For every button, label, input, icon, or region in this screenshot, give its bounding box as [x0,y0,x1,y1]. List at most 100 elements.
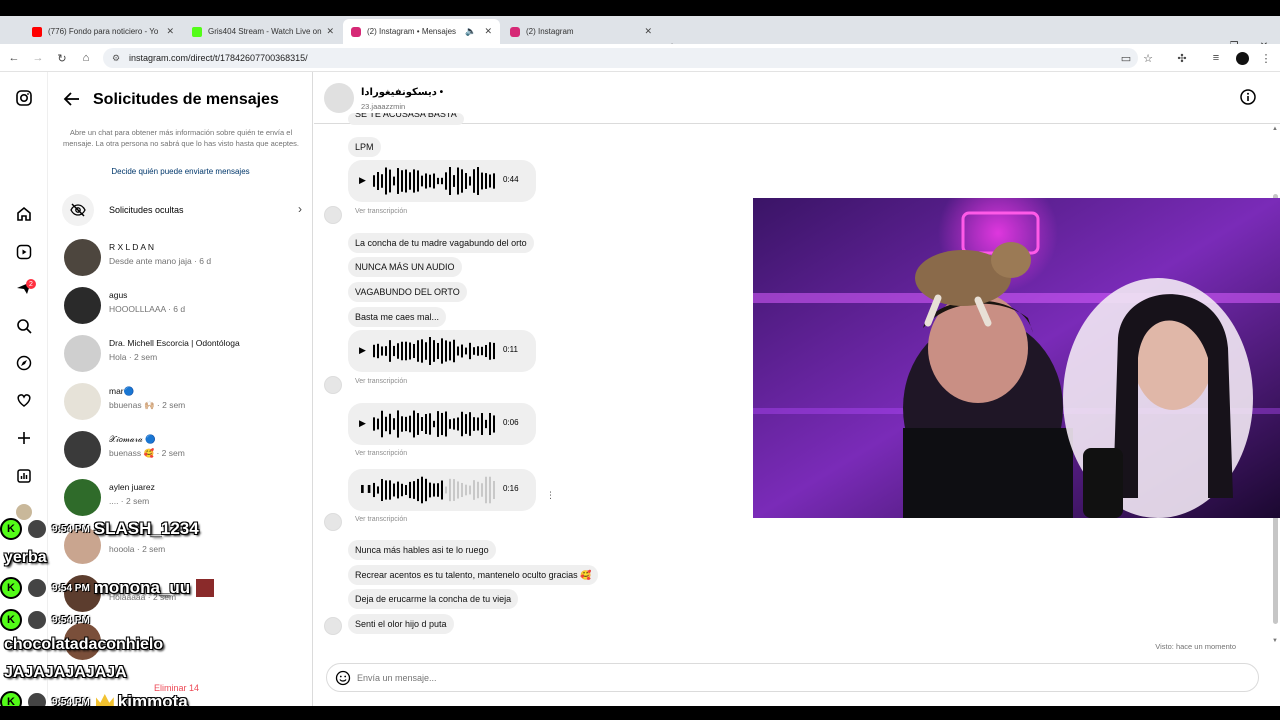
waveform-bar [389,169,391,193]
home-icon[interactable] [14,204,34,224]
waveform-bar [477,417,479,431]
url-field[interactable]: ⚙ instagram.com/direct/t/178426077003683… [103,48,1138,68]
install-app-icon[interactable]: ▭ [1118,50,1134,66]
tab-youtube[interactable]: (776) Fondo para noticiero - Yo ✕ [24,19,182,44]
transcript-link[interactable]: Ver transcripción [355,516,407,523]
voice-message[interactable]: ▶ 0:44 [348,160,536,202]
request-item[interactable]: mar🔵 bbuenas 🙌🏼 · 2 sem [64,382,304,422]
waveform-bar [397,168,399,194]
waveform-bar [389,413,391,435]
message-bubble: Senti el olor hijo d puta [348,614,454,634]
waveform-bar [449,419,451,429]
more-options-icon[interactable]: ⋮ [546,490,555,501]
address-bar-row: ← → ↻ ⌂ ⚙ instagram.com/direct/t/1784260… [0,44,1280,72]
instagram-logo-icon[interactable] [14,88,34,108]
scroll-down-icon[interactable]: ▼ [1272,638,1278,644]
scroll-up-icon[interactable]: ▲ [1272,126,1278,132]
waveform-bar [469,342,471,360]
waveform-bar [465,414,467,434]
explore-compass-icon[interactable] [14,353,34,373]
waveform-bar [429,337,431,365]
voice-duration: 0:44 [503,175,519,184]
tab-instagram[interactable]: (2) Instagram ✕ [502,19,660,44]
waveform-bar [377,486,379,494]
browser-menu-icon[interactable]: ⋮ [1258,50,1274,66]
close-icon[interactable]: ✕ [326,26,334,37]
waveform-bar [413,343,415,359]
waveform-bar [485,173,487,189]
back-arrow-icon[interactable]: ← [6,50,22,66]
heart-icon[interactable] [14,390,34,410]
search-icon[interactable] [14,316,34,336]
reload-icon[interactable]: ↻ [54,50,70,66]
close-icon[interactable]: ✕ [166,26,174,37]
info-icon[interactable] [1240,89,1256,105]
waveform-bar [417,413,419,435]
waveform-bar [481,346,483,356]
site-settings-icon[interactable]: ⚙ [112,48,120,68]
waveform-bar [453,339,455,363]
tab-kick[interactable]: Gris404 Stream - Watch Live on ✕ [184,19,342,44]
avatar [64,383,101,420]
dashboard-icon[interactable] [14,466,34,486]
waveform-bar [405,169,407,193]
play-icon[interactable]: ▶ [359,418,366,429]
decide-who-link[interactable]: Decide quién puede enviarte mensajes [48,167,313,176]
request-item[interactable]: 𝒳𝒾𝑜𝓂𝒶𝓇𝒶 🔵 buenass 🥰 · 2 sem [64,430,304,470]
request-item[interactable]: Dra. Michell Escorcia | Odontóloga Hola … [64,334,304,374]
transcript-link[interactable]: Ver transcripción [355,450,407,457]
speaker-icon[interactable]: 🔈 [465,26,476,37]
message-composer[interactable] [326,663,1259,692]
page-title: Solicitudes de mensajes [93,91,279,108]
profile-avatar[interactable] [1234,50,1250,66]
stream-chat-time: 9:54 PM [52,614,90,626]
waveform-bar [425,342,427,360]
waveform-bar [409,415,411,433]
play-icon[interactable]: ▶ [359,175,366,186]
waveform-bar [433,420,435,428]
transcript-link[interactable]: Ver transcripción [355,208,407,215]
avatar [26,518,48,540]
chat-contact-name[interactable]: دیسکونفیغورادا • [361,87,443,98]
request-item[interactable]: R X L D A N Desde ante mano jaja · 6 d [64,238,304,278]
waveform-bar [441,412,443,436]
close-icon[interactable]: ✕ [484,26,492,37]
pause-icon[interactable]: ❚❚ [359,484,372,493]
waveform-bar [453,175,455,187]
hidden-requests-row[interactable]: Solicitudes ocultas › [62,194,302,226]
url-text: instagram.com/direct/t/17842607700368315… [129,53,308,63]
home-icon[interactable]: ⌂ [78,50,94,66]
request-item[interactable]: agus HOOOLLLAAA · 6 d [64,286,304,326]
media-control-icon[interactable]: ≡ [1208,50,1224,66]
tab-instagram-messages[interactable]: (2) Instagram • Mensajes 🔈 ✕ [343,19,500,44]
close-icon[interactable]: ✕ [644,26,652,37]
play-icon[interactable]: ▶ [359,345,366,356]
back-arrow-icon[interactable] [62,89,82,109]
waveform-bar [445,340,447,362]
waveform-bar [489,342,491,360]
create-plus-icon[interactable] [14,428,34,448]
stream-chat-username: monona_uu [93,578,191,597]
waveform-bar [437,411,439,437]
request-preview: Hola · 2 sem [109,352,158,362]
voice-message-playing[interactable]: ❚❚ 0:16 [348,469,536,511]
waveform-bar [437,483,439,497]
bookmark-star-icon[interactable]: ☆ [1140,50,1156,66]
waveform-bar [401,170,403,192]
youtube-icon [32,26,42,37]
avatar[interactable] [324,83,354,113]
forward-arrow-icon[interactable]: → [30,50,46,66]
voice-message[interactable]: ▶ 0:11 [348,330,536,372]
transcript-link[interactable]: Ver transcripción [355,378,407,385]
waveform-bar [473,417,475,431]
reels-icon[interactable] [14,242,34,262]
waveform [373,167,495,195]
waveform-bar [457,167,459,195]
waveform-bar [417,340,419,362]
waveform-bar [473,480,475,500]
message-input[interactable] [357,669,1237,687]
extensions-icon[interactable]: ✣ [1174,50,1190,66]
emoji-icon[interactable] [335,670,351,686]
voice-message[interactable]: ▶ 0:06 [348,403,536,445]
waveform-bar [461,169,463,193]
